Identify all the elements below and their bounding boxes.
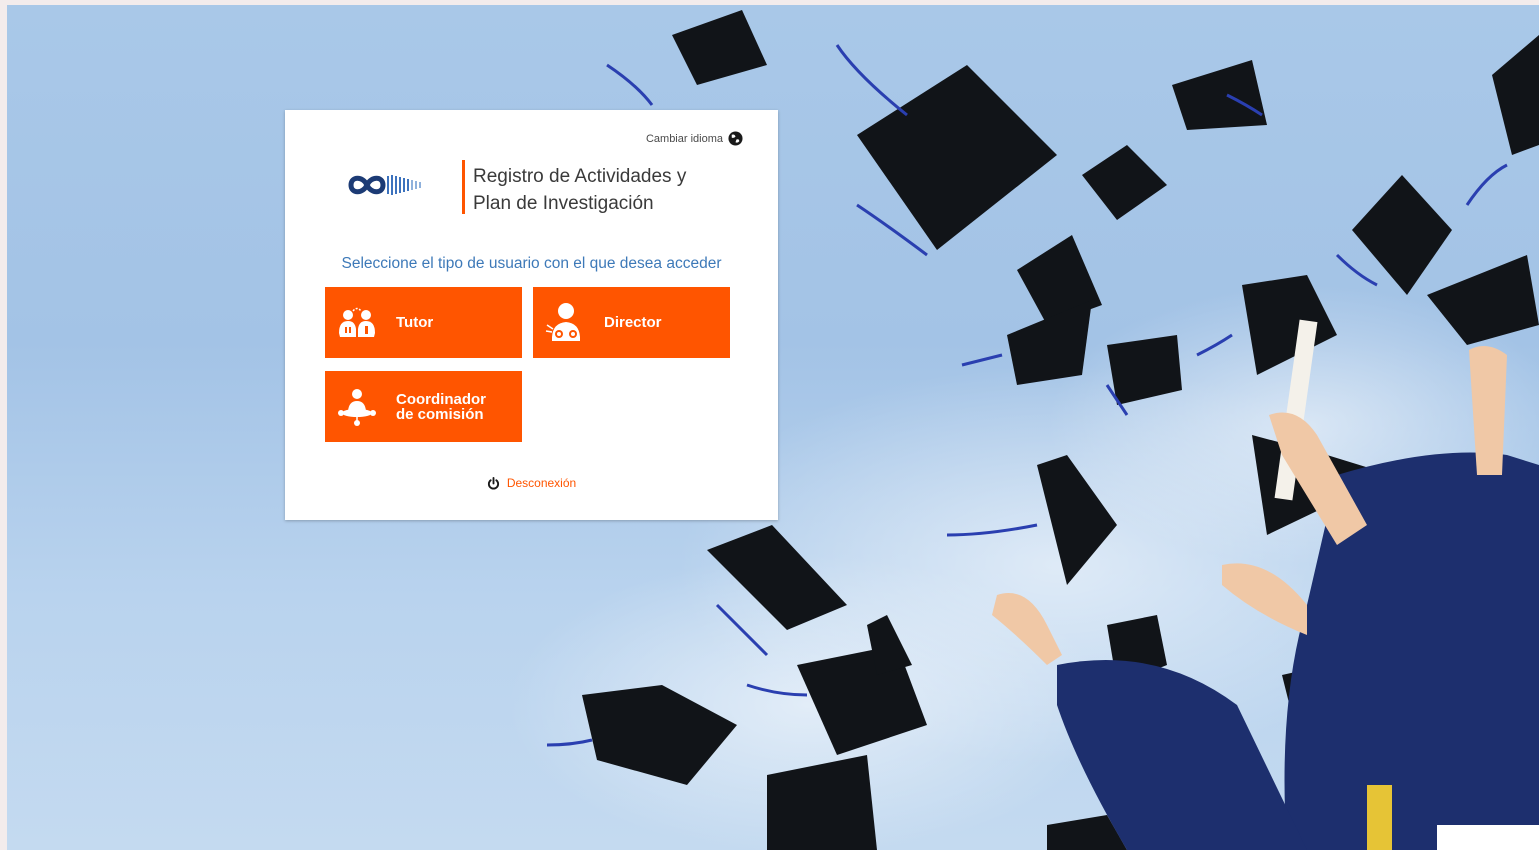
coordinator-icon (335, 385, 379, 429)
change-language-link[interactable]: Cambiar idioma (646, 131, 743, 146)
user-type-prompt: Seleccione el tipo de usuario con el que… (341, 255, 722, 272)
coordinator-label: Coordinador de comisión (396, 392, 486, 422)
tutor-label: Tutor (396, 315, 433, 330)
power-icon (487, 476, 499, 489)
logout-link[interactable]: Desconexión (285, 476, 778, 490)
director-label: Director (604, 315, 662, 330)
director-icon (543, 301, 587, 345)
page: Cambiar idioma Registro de Actividades y… (0, 0, 1539, 850)
director-label-line1: Director (604, 314, 662, 331)
director-button[interactable]: Director (533, 287, 730, 358)
tutor-button[interactable]: Tutor (325, 287, 522, 358)
app-title: Registro de Actividades y Plan de Invest… (473, 163, 743, 217)
tutor-icon (335, 301, 379, 345)
app-title-line2: Plan de Investigación (473, 193, 654, 214)
brand-header: Registro de Actividades y Plan de Invest… (337, 160, 757, 216)
brand-accent-bar (462, 160, 465, 214)
tutor-label-line1: Tutor (396, 314, 434, 331)
coordinator-label-line2: de comisión (396, 405, 484, 423)
coordinator-label-line1: Coordinador (396, 390, 486, 408)
change-language-label: Cambiar idioma (645, 132, 723, 145)
logout-label: Desconexión (506, 476, 577, 490)
login-card: Cambiar idioma Registro de Actividades y… (285, 110, 778, 520)
app-title-line1: Registro de Actividades y (473, 166, 687, 187)
coordinator-button[interactable]: Coordinador de comisión (325, 371, 522, 442)
infinity-logo (348, 175, 421, 195)
globe-icon (728, 131, 743, 146)
